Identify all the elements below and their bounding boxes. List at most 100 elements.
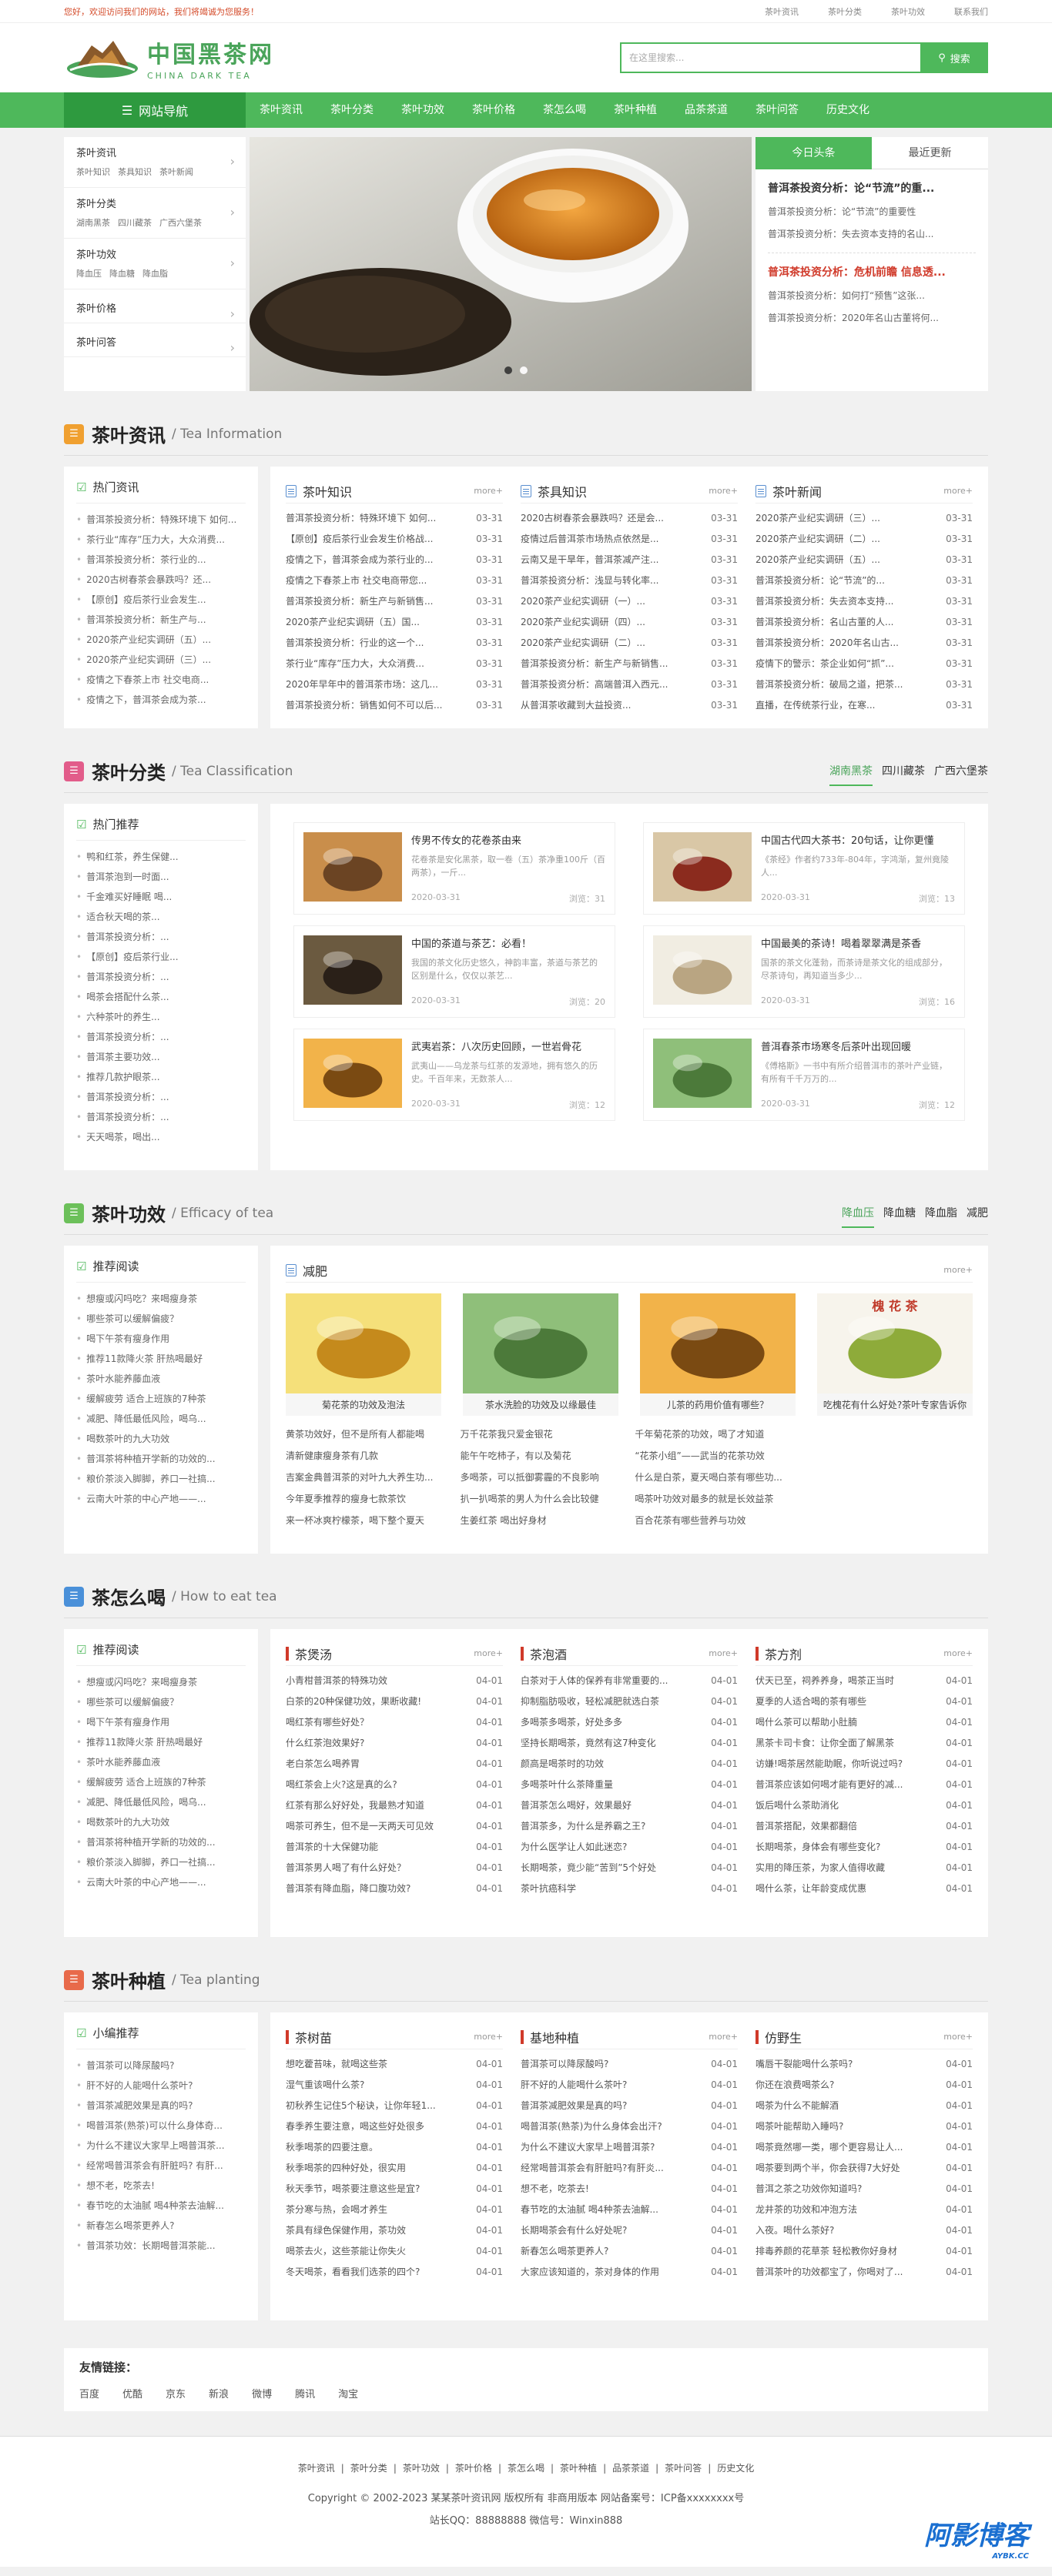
list-item-title[interactable]: 秋季喝茶的四要注意。: [286, 2137, 464, 2158]
list-item[interactable]: 普洱茶投资分析：名山古董的人... 03-31: [755, 612, 973, 633]
more-link[interactable]: more+: [943, 1265, 973, 1275]
list-item[interactable]: 排毒养颜的花草茶 轻松教你好身材 04-01: [755, 2241, 973, 2262]
category-sub-link[interactable]: 茶具知识: [118, 167, 152, 177]
list-item[interactable]: 普洱茶投资分析：新生产与新销售... 03-31: [521, 654, 738, 674]
list-item[interactable]: 普洱茶多，为什么是养霸之王? 04-01: [521, 1816, 738, 1837]
card-title[interactable]: 中国古代四大茶书：20句话，让你更懂: [761, 832, 955, 847]
list-item-title[interactable]: 2020茶产业纪实调研（五）国...: [286, 612, 464, 633]
efficacy-link[interactable]: “花茶小组”——武当的花茶功效: [635, 1445, 798, 1467]
list-item-title[interactable]: 直播，在传统茶行业，在寒...: [755, 695, 934, 716]
list-item[interactable]: 从普洱茶收藏到大益投资... 03-31: [521, 695, 738, 716]
friend-link[interactable]: 淘宝: [338, 2386, 358, 2400]
image-card-caption[interactable]: 菊花茶的功效及泡法: [286, 1393, 441, 1416]
more-link[interactable]: more+: [474, 1648, 503, 1658]
list-item-title[interactable]: 长期喝茶会有什么好处呢?: [521, 2220, 699, 2241]
efficacy-link[interactable]: 喝茶叶功效对最多的就是长效益茶: [635, 1488, 798, 1510]
list-item-title[interactable]: 嘴唇干裂能喝什么茶吗?: [755, 2054, 934, 2075]
site-logo[interactable]: 中国黑茶网 CHINA DARK TEA: [64, 35, 274, 81]
list-item-title[interactable]: 普洱茶搭配，效果都翻倍: [755, 1816, 934, 1837]
thumbnail-image[interactable]: 槐 花 茶: [817, 1293, 973, 1393]
list-item-title[interactable]: 普洱茶投资分析：行业的这一个...: [286, 633, 464, 654]
list-item[interactable]: 普洱茶减肥效果是真的吗? 04-01: [521, 2096, 738, 2116]
list-item-title[interactable]: 2020茶产业纪实调研（二）...: [755, 529, 934, 550]
sidebar-link[interactable]: 喝茶会搭配什么茶...: [76, 987, 246, 1007]
list-item[interactable]: 经常喝普洱茶会有肝脏吗?有肝炎... 04-01: [521, 2158, 738, 2179]
list-item-title[interactable]: 喝普洱茶(熟茶)为什么身体会出汗?: [521, 2116, 699, 2137]
list-item-title[interactable]: 长期喝茶，身体会有哪些变化?: [755, 1837, 934, 1858]
sidebar-link[interactable]: 2020古树春茶会暴跌吗？还...: [76, 570, 246, 590]
list-item[interactable]: 喝茶要到两个半，你会获得7大好处 04-01: [755, 2158, 973, 2179]
sidebar-link[interactable]: 疫情之下，普洱茶会成为茶...: [76, 690, 246, 710]
list-item[interactable]: 白茶的20种保健功效，果断收藏! 04-01: [286, 1691, 503, 1712]
article-card[interactable]: 武夷岩茶：八次历史回顾，一世岩骨花 武夷山——乌龙茶与红茶的发源地，拥有悠久的历史…: [293, 1029, 615, 1121]
list-item[interactable]: 新春怎么喝茶更养人? 04-01: [521, 2241, 738, 2262]
list-item[interactable]: 普洱茶投资分析：特殊环境下 如何... 03-31: [286, 508, 503, 529]
list-item[interactable]: 2020茶产业纪实调研（二）... 03-31: [521, 633, 738, 654]
top-link[interactable]: 茶叶功效: [891, 5, 925, 18]
nav-item[interactable]: 茶怎么喝: [529, 92, 600, 128]
friend-link[interactable]: 优酷: [122, 2386, 142, 2400]
nav-item[interactable]: 茶叶分类: [317, 92, 387, 128]
category-item[interactable]: 茶叶问答 ›: [64, 323, 246, 357]
slider-dot[interactable]: [504, 366, 512, 374]
list-item-title[interactable]: 初秋养生记住5个秘诀，让你年轻1...: [286, 2096, 464, 2116]
list-item[interactable]: 普洱茶有降血脂，降口腹功效? 04-01: [286, 1878, 503, 1899]
sidebar-link[interactable]: 普洱茶减肥效果是真的吗?: [76, 2096, 246, 2116]
sidebar-link[interactable]: 普洱茶功效：长期喝普洱茶能...: [76, 2236, 246, 2256]
article-card[interactable]: 中国古代四大茶书：20句话，让你更懂 《茶经》作者约733年-804年，字鸿渐，复…: [643, 822, 965, 915]
article-card[interactable]: 中国的茶道与茶艺：必看！ 我国的茶文化历史悠久，神韵丰富，茶道与茶艺的区别是什么，…: [293, 925, 615, 1018]
sidebar-link[interactable]: 云南大叶茶的中心产地——...: [76, 1489, 246, 1509]
list-item-title[interactable]: 疫情过后普洱茶市场热点依然是...: [521, 529, 699, 550]
list-item-title[interactable]: 2020古树春茶会暴跌吗？还是会...: [521, 508, 699, 529]
sidebar-link[interactable]: 哪些茶可以缓解偏疲？: [76, 1692, 246, 1712]
footer-link[interactable]: 茶叶种植: [560, 2463, 597, 2474]
sidebar-link[interactable]: 茶叶水能养藤血液: [76, 1369, 246, 1389]
list-item[interactable]: 抑制脂肪吸收，轻松减肥就选白茶 04-01: [521, 1691, 738, 1712]
card-title[interactable]: 传男不传女的花卷茶由来: [411, 832, 605, 847]
list-item[interactable]: 普洱茶搭配，效果都翻倍 04-01: [755, 1816, 973, 1837]
list-item[interactable]: 喝红茶会上火?这是真的么? 04-01: [286, 1775, 503, 1795]
list-item-title[interactable]: 什么红茶泡效果好?: [286, 1733, 464, 1754]
category-sub-link[interactable]: 四川藏茶: [118, 218, 152, 228]
category-sub-link[interactable]: 降血压: [76, 269, 102, 279]
list-item[interactable]: 龙井茶的功效和冲泡方法 04-01: [755, 2200, 973, 2220]
list-item-title[interactable]: 老白茶怎么喝养胃: [286, 1754, 464, 1775]
list-item-title[interactable]: 入夜。喝什么茶好?: [755, 2220, 934, 2241]
list-item[interactable]: 黑茶卡司卡食：让你全面了解黑茶 04-01: [755, 1733, 973, 1754]
list-item[interactable]: 你还在浪费喝茶么? 04-01: [755, 2075, 973, 2096]
list-item-title[interactable]: 颜高是喝茶时的功效: [521, 1754, 699, 1775]
list-item[interactable]: 茶行业“库存”压力大，大众消费... 03-31: [286, 654, 503, 674]
sidebar-link[interactable]: 普洱茶投资分析：...: [76, 1027, 246, 1047]
list-item[interactable]: 普洱茶应该如何喝才能有更好的减... 04-01: [755, 1775, 973, 1795]
list-item[interactable]: 疫情过后普洱茶市场热点依然是... 03-31: [521, 529, 738, 550]
list-item-title[interactable]: 想吃藿苔味，就喝这些茶: [286, 2054, 464, 2075]
search-button[interactable]: ⚲ 搜索: [920, 42, 988, 73]
list-item-title[interactable]: 长期喝茶，竟少能“苦到”5个好处: [521, 1858, 699, 1878]
sidebar-link[interactable]: 缓解疲劳 适合上班族的7种茶: [76, 1772, 246, 1792]
list-item-title[interactable]: 黑茶卡司卡食：让你全面了解黑茶: [755, 1733, 934, 1754]
efficacy-link[interactable]: 千年菊花茶的功效，喝了才知道: [635, 1423, 798, 1445]
list-item-title[interactable]: 秋天季节，喝茶要注意这些是宜?: [286, 2179, 464, 2200]
list-item-title[interactable]: 茶行业“库存”压力大，大众消费...: [286, 654, 464, 674]
list-item[interactable]: 茶分寒与热，会喝才养生 04-01: [286, 2200, 503, 2220]
image-card-caption[interactable]: 儿茶的药用价值有哪些？: [640, 1393, 796, 1416]
sidebar-link[interactable]: 普洱茶投资分析：...: [76, 1107, 246, 1127]
list-item[interactable]: 湿气重该喝什么茶? 04-01: [286, 2075, 503, 2096]
top-link[interactable]: 联系我们: [954, 5, 988, 18]
sidebar-link[interactable]: 想瘦或闪吗吃？来喝瘦身茶: [76, 1289, 246, 1309]
list-item-title[interactable]: 秋季喝茶的四种好处，很实用: [286, 2158, 464, 2179]
list-item[interactable]: 老白茶怎么喝养胃 04-01: [286, 1754, 503, 1775]
sidebar-link[interactable]: 普洱茶将种植开学新的功效的...: [76, 1449, 246, 1469]
list-item[interactable]: 2020茶产业纪实调研（一）... 03-31: [521, 591, 738, 612]
category-sub-link[interactable]: 广西六堡茶: [159, 218, 202, 228]
category-sub-link[interactable]: 降血糖: [109, 269, 135, 279]
list-item-title[interactable]: 疫情下的警示：茶企业如何“抓”...: [755, 654, 934, 674]
list-item-title[interactable]: 从普洱茶收藏到大益投资...: [521, 695, 699, 716]
list-item-title[interactable]: 多喝茶多喝茶，好处多多: [521, 1712, 699, 1733]
list-item[interactable]: 嘴唇干裂能喝什么茶吗? 04-01: [755, 2054, 973, 2075]
list-item[interactable]: 多喝茶叶什么茶降重量 04-01: [521, 1775, 738, 1795]
sidebar-link[interactable]: 茶行业“库存”压力大，大众消费...: [76, 530, 246, 550]
article-card[interactable]: 普洱春茶市场寒冬后茶叶出现回暖 《傅格斯》一书中有所介绍普洱市的茶叶产业链，有所有…: [643, 1029, 965, 1121]
list-item-title[interactable]: 喝什么茶可以帮助小肚腩: [755, 1712, 934, 1733]
list-item-title[interactable]: 普洱茶减肥效果是真的吗?: [521, 2096, 699, 2116]
